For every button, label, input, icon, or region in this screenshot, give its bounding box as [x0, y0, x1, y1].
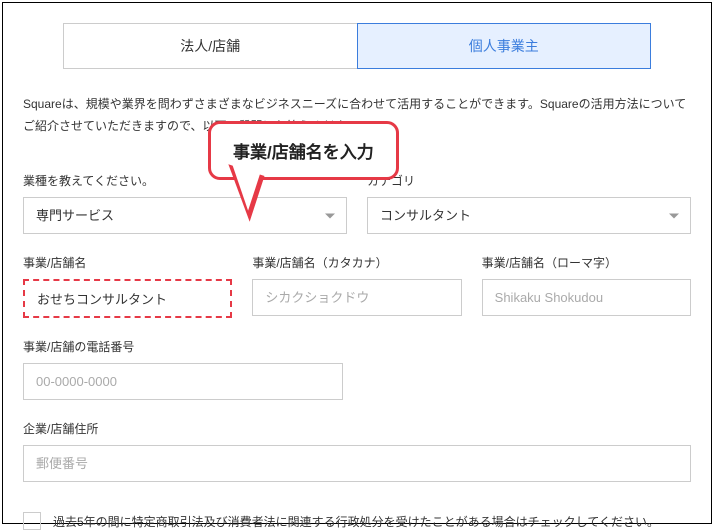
business-name-label: 事業/店舗名	[23, 254, 232, 271]
industry-select[interactable]: 専門サービス	[23, 197, 347, 234]
callout-annotation: 事業/店舗名を入力	[208, 121, 399, 180]
postal-code-input[interactable]	[23, 445, 691, 482]
category-select[interactable]: コンサルタント	[367, 197, 691, 234]
business-name-input[interactable]	[23, 279, 232, 318]
business-name-kana-label: 事業/店舗名（カタカナ）	[252, 254, 461, 271]
penalty-checkbox[interactable]	[23, 512, 41, 530]
business-name-kana-input[interactable]	[252, 279, 461, 316]
penalty-checkbox-label: 過去5年の間に特定商取引法及び消費者法に関連する行政処分を受けたことがある場合は…	[53, 513, 659, 530]
business-name-roman-input[interactable]	[482, 279, 691, 316]
phone-input[interactable]	[23, 363, 343, 400]
tab-corporate[interactable]: 法人/店舗	[63, 23, 357, 69]
address-label: 企業/店舗住所	[23, 420, 691, 437]
business-name-roman-label: 事業/店舗名（ローマ字）	[482, 254, 691, 271]
phone-label: 事業/店舗の電話番号	[23, 338, 343, 355]
category-label: カテゴリ	[367, 172, 691, 189]
tab-individual[interactable]: 個人事業主	[357, 23, 652, 69]
